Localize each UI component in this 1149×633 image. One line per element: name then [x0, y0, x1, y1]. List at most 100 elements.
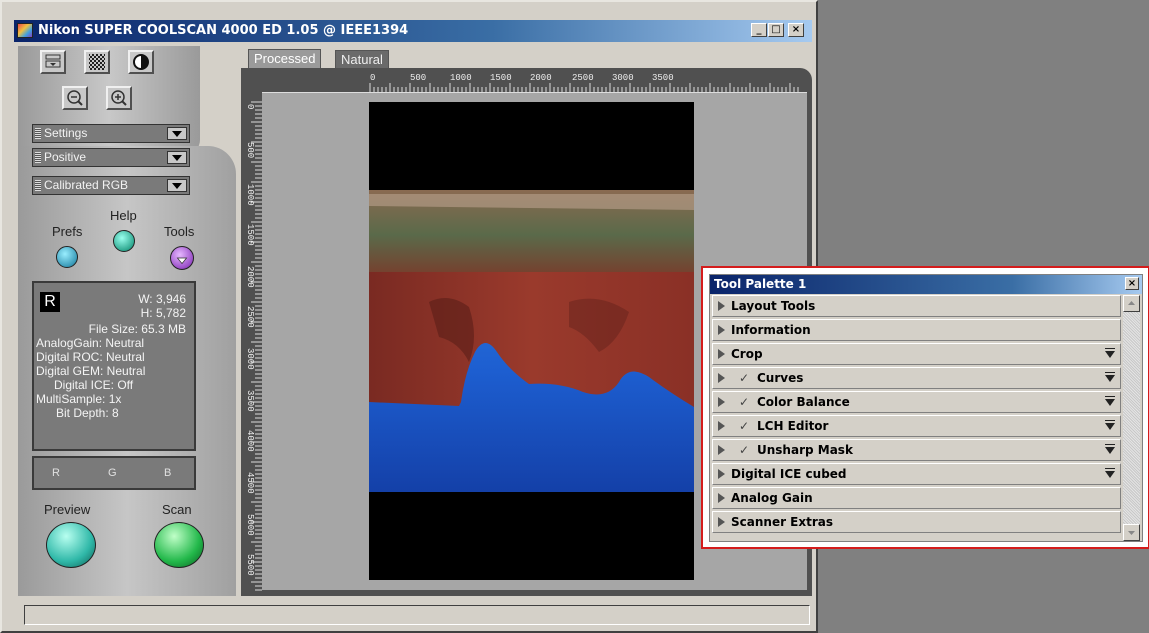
info-file-size: File Size: 65.3 MB [88, 322, 186, 336]
tool-palette-item[interactable]: Layout Tools [712, 295, 1121, 317]
close-button[interactable]: × [788, 23, 804, 37]
rgb-b-label: B [164, 467, 172, 479]
tool-palette-item-label: Crop [731, 347, 763, 361]
scan-label: Scan [162, 502, 192, 517]
tool-palette-item[interactable]: Digital ICE cubed [712, 463, 1121, 485]
menu-dropdown-icon[interactable] [1104, 468, 1116, 480]
scroll-up-button[interactable] [1123, 295, 1140, 312]
check-icon[interactable]: ✓ [739, 368, 749, 388]
tool-palette-titlebar[interactable]: Tool Palette 1 × [710, 275, 1142, 294]
zoom-out-button[interactable] [62, 86, 88, 110]
image-info-panel: R W: 3,946 H: 5,782 File Size: 65.3 MB A… [32, 281, 196, 451]
menu-dropdown-icon[interactable] [1104, 420, 1116, 432]
arrow-down-icon [1128, 531, 1135, 535]
check-icon[interactable]: ✓ [739, 392, 749, 412]
tool-palette-close-button[interactable]: × [1125, 277, 1139, 290]
tool-palette-item-label: Layout Tools [731, 299, 816, 313]
tool-palette-item[interactable]: ✓ Curves [712, 367, 1121, 389]
arrow-up-icon [1128, 301, 1135, 305]
expand-triangle-icon[interactable] [718, 517, 725, 527]
ruler-label: 2500 [245, 306, 255, 328]
maximize-button[interactable]: □ [768, 23, 784, 37]
title-bar[interactable]: Nikon SUPER COOLSCAN 4000 ED 1.05 @ IEEE… [14, 20, 812, 42]
info-analog-gain: AnalogGain: Neutral [36, 336, 145, 350]
checker-icon [89, 54, 105, 70]
color-space-dropdown[interactable]: Calibrated RGB [32, 176, 190, 195]
preview-label: Preview [44, 502, 91, 517]
menu-dropdown-icon[interactable] [1104, 396, 1116, 408]
zoom-in-button[interactable] [106, 86, 132, 110]
scan-button[interactable] [154, 522, 204, 568]
info-digital-ice: Digital ICE: Off [54, 378, 134, 392]
expand-triangle-icon[interactable] [718, 445, 725, 455]
tool-palette-item[interactable]: ✓ Unsharp Mask [712, 439, 1121, 461]
expand-triangle-icon[interactable] [718, 397, 725, 407]
zoom-in-icon [111, 90, 127, 106]
tool-palette-window: Tool Palette 1 × Layout Tools Information… [709, 274, 1143, 542]
help-button[interactable] [113, 230, 135, 252]
tool-palette-item-label: LCH Editor [757, 419, 829, 433]
scan-preview-image[interactable] [369, 102, 694, 580]
info-bit-depth: Bit Depth: 8 [56, 406, 119, 420]
expand-triangle-icon[interactable] [718, 373, 725, 383]
ruler-label: 500 [245, 142, 255, 159]
grain-button[interactable] [84, 50, 110, 74]
chevron-down-icon[interactable] [167, 127, 187, 140]
expand-triangle-icon[interactable] [718, 469, 725, 479]
settings-dropdown-value: Settings [44, 126, 88, 140]
channel-badge: R [40, 292, 60, 312]
check-icon[interactable]: ✓ [739, 416, 749, 436]
eject-button[interactable] [40, 50, 66, 74]
chevron-down-icon[interactable] [167, 179, 187, 192]
tab-processed[interactable]: Processed [248, 49, 322, 68]
ruler-label: 2500 [572, 73, 594, 83]
expand-triangle-icon[interactable] [718, 325, 725, 335]
tool-palette-highlight: Tool Palette 1 × Layout Tools Information… [701, 266, 1149, 549]
ruler-label: 1000 [245, 184, 255, 206]
info-height: H: 5,782 [140, 306, 186, 320]
horizontal-ruler: 0 500 1000 1500 2000 2500 3000 3500 [262, 72, 802, 92]
tool-palette-item[interactable]: Analog Gain [712, 487, 1121, 509]
tool-palette-item[interactable]: ✓ LCH Editor [712, 415, 1121, 437]
scanner-main-window: Nikon SUPER COOLSCAN 4000 ED 1.05 @ IEEE… [0, 0, 818, 633]
check-icon[interactable]: ✓ [739, 440, 749, 460]
tool-palette-item-label: Information [731, 323, 811, 337]
color-space-dropdown-value: Calibrated RGB [44, 178, 129, 192]
expand-triangle-icon[interactable] [718, 493, 725, 503]
contrast-icon [133, 54, 149, 70]
tool-palette-scrollbar[interactable] [1123, 295, 1140, 541]
prefs-label: Prefs [52, 224, 83, 239]
control-panel: Settings Positive Calibrated RGB Help Pr… [18, 46, 236, 596]
zoom-out-icon [67, 90, 83, 106]
ruler-label: 3500 [245, 390, 255, 412]
prefs-button[interactable] [56, 246, 78, 268]
tool-palette-item[interactable]: Crop [712, 343, 1121, 365]
scroll-down-button[interactable] [1123, 524, 1140, 541]
tools-button[interactable] [170, 246, 194, 270]
minimize-button[interactable]: _ [751, 23, 767, 37]
tool-palette-item-label: Curves [757, 371, 804, 385]
ruler-label: 2000 [530, 73, 552, 83]
settings-dropdown[interactable]: Settings [32, 124, 190, 143]
tab-natural[interactable]: Natural [335, 50, 389, 69]
preview-button[interactable] [46, 522, 96, 568]
tool-palette-item[interactable]: Scanner Extras [712, 511, 1121, 533]
expand-triangle-icon[interactable] [718, 421, 725, 431]
info-digital-gem: Digital GEM: Neutral [36, 364, 146, 378]
info-multisample: MultiSample: 1x [36, 392, 122, 406]
tool-palette-item-label: Scanner Extras [731, 515, 834, 529]
info-digital-roc: Digital ROC: Neutral [36, 350, 145, 364]
film-type-dropdown[interactable]: Positive [32, 148, 190, 167]
expand-triangle-icon[interactable] [718, 301, 725, 311]
menu-dropdown-icon[interactable] [1104, 444, 1116, 456]
menu-dropdown-icon[interactable] [1104, 348, 1116, 360]
tool-palette-item-label: Analog Gain [731, 491, 813, 505]
tool-palette-item[interactable]: ✓ Color Balance [712, 391, 1121, 413]
chevron-down-icon[interactable] [167, 151, 187, 164]
menu-dropdown-icon[interactable] [1104, 372, 1116, 384]
contrast-button[interactable] [128, 50, 154, 74]
expand-triangle-icon[interactable] [718, 349, 725, 359]
tool-palette-item[interactable]: Information [712, 319, 1121, 341]
ruler-label: 3000 [245, 348, 255, 370]
preview-photo [369, 102, 694, 580]
